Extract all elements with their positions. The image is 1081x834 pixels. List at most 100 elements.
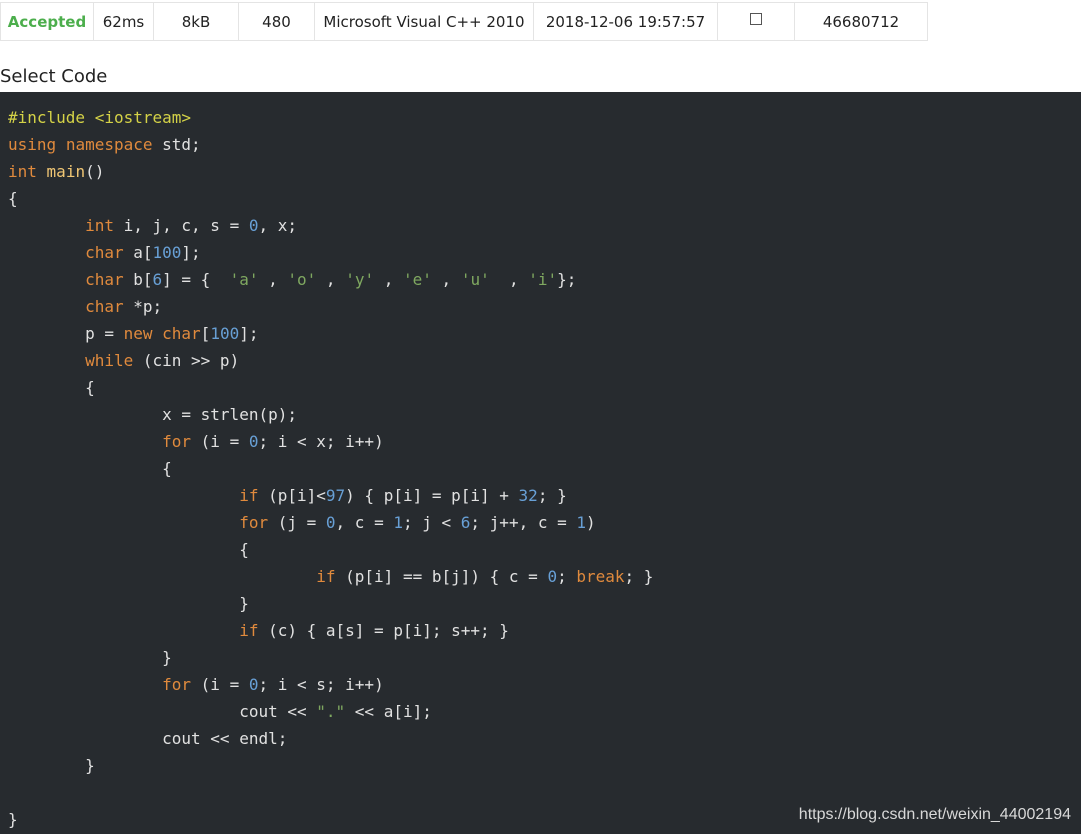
code-token: namespace: [65, 135, 153, 154]
code-line: #include <iostream>: [8, 104, 653, 131]
code-line: {: [8, 374, 653, 401]
code-token: if: [316, 567, 336, 586]
code-token: {: [8, 459, 172, 478]
share-checkbox-cell: [717, 2, 795, 41]
code-token: ): [586, 513, 596, 532]
share-checkbox[interactable]: [750, 13, 762, 25]
code-token: (): [85, 162, 105, 181]
code-token: 97: [325, 486, 346, 505]
code-token: , x;: [258, 216, 297, 235]
code-line: }: [8, 752, 653, 779]
code-token: << a[i];: [345, 702, 432, 721]
code-token: i, j, c, s =: [113, 216, 249, 235]
code-token: ; }: [537, 486, 567, 505]
code-line: using namespace std;: [8, 131, 653, 158]
code-token: }: [8, 594, 249, 613]
code-token: (j =: [268, 513, 326, 532]
code-token: std;: [152, 135, 201, 154]
code-token: 'o': [287, 270, 317, 289]
code-token: 6: [460, 513, 471, 532]
code-panel[interactable]: #include <iostream> using namespace std; i…: [0, 92, 1081, 834]
code-token: cout <<: [8, 702, 317, 721]
code-line: }: [8, 806, 653, 833]
code-token: while: [85, 351, 134, 370]
language-cell: Microsoft Visual C++ 2010: [314, 2, 534, 41]
code-token: ,: [258, 270, 288, 289]
code-token: int: [85, 216, 114, 235]
code-token: b[: [123, 270, 153, 289]
code-line: cout << endl;: [8, 725, 653, 752]
code-token: 'i': [528, 270, 558, 289]
code-token: {: [8, 189, 18, 208]
code-token: 1: [576, 513, 587, 532]
code-token: 6: [152, 270, 163, 289]
code-line: }: [8, 644, 653, 671]
code-token: 'y': [345, 270, 375, 289]
code-token: 100: [152, 243, 182, 262]
code-length-cell: 480: [238, 2, 315, 41]
code-token: cout << endl;: [8, 729, 288, 748]
code-line: char b[6] = { 'a' , 'o' , 'y' , 'e' , 'u…: [8, 266, 653, 293]
code-token: 'a': [229, 270, 259, 289]
code-line: for (j = 0, c = 1; j < 6; j++, c = 1): [8, 509, 653, 536]
code-token: for: [162, 432, 192, 451]
code-line: {: [8, 536, 653, 563]
code-token: if: [239, 486, 259, 505]
code-token: ,: [374, 270, 404, 289]
code-token: (p[i] == b[j]) { c =: [335, 567, 548, 586]
submission-row: Accepted 62ms 8kB 480 Microsoft Visual C…: [0, 2, 928, 41]
code-token: new: [123, 324, 153, 343]
code-token: ) { p[i] = p[i] +: [345, 486, 519, 505]
code-token: ] = {: [162, 270, 230, 289]
code-token: ".": [316, 702, 346, 721]
code-token: 0: [325, 513, 336, 532]
code-token: for: [162, 675, 192, 694]
code-token: }: [8, 648, 172, 667]
submission-status-table: Accepted 62ms 8kB 480 Microsoft Visual C…: [0, 2, 928, 41]
watermark: https://blog.csdn.net/weixin_44002194: [798, 806, 1071, 823]
code-token: char: [162, 324, 201, 343]
code-token: [: [200, 324, 211, 343]
select-code-link[interactable]: Select Code: [0, 66, 107, 87]
code-token: char: [85, 243, 124, 262]
code-token: char: [85, 297, 124, 316]
code-line: {: [8, 455, 653, 482]
submit-time-cell: 2018-12-06 19:57:57: [533, 2, 718, 41]
code-token: (cin >> p): [133, 351, 240, 370]
code-token: ; j++, c =: [470, 513, 577, 532]
code-line: for (i = 0; i < x; i++): [8, 428, 653, 455]
code-token: ;: [557, 567, 577, 586]
code-line: while (cin >> p): [8, 347, 653, 374]
code-line: {: [8, 185, 653, 212]
code-token: (i =: [191, 675, 249, 694]
time-cell: 62ms: [93, 2, 154, 41]
code-line: if (c) { a[s] = p[i]; s++; }: [8, 617, 653, 644]
code-line: cout << "." << a[i];: [8, 698, 653, 725]
code-token: };: [557, 270, 577, 289]
code-token: (i =: [191, 432, 249, 451]
code-token: ,: [431, 270, 461, 289]
code-token: ; i < s; i++): [258, 675, 384, 694]
code-token: for: [239, 513, 269, 532]
verdict-cell: Accepted: [0, 2, 94, 41]
code-token: ; }: [624, 567, 654, 586]
code-token: }: [8, 756, 95, 775]
code-token: 'e': [403, 270, 432, 289]
code-token: 100: [210, 324, 240, 343]
code-token: int: [8, 162, 37, 181]
code-token: ,: [316, 270, 346, 289]
code-token: break: [576, 567, 625, 586]
code-token: #include <iostream>: [8, 108, 192, 127]
